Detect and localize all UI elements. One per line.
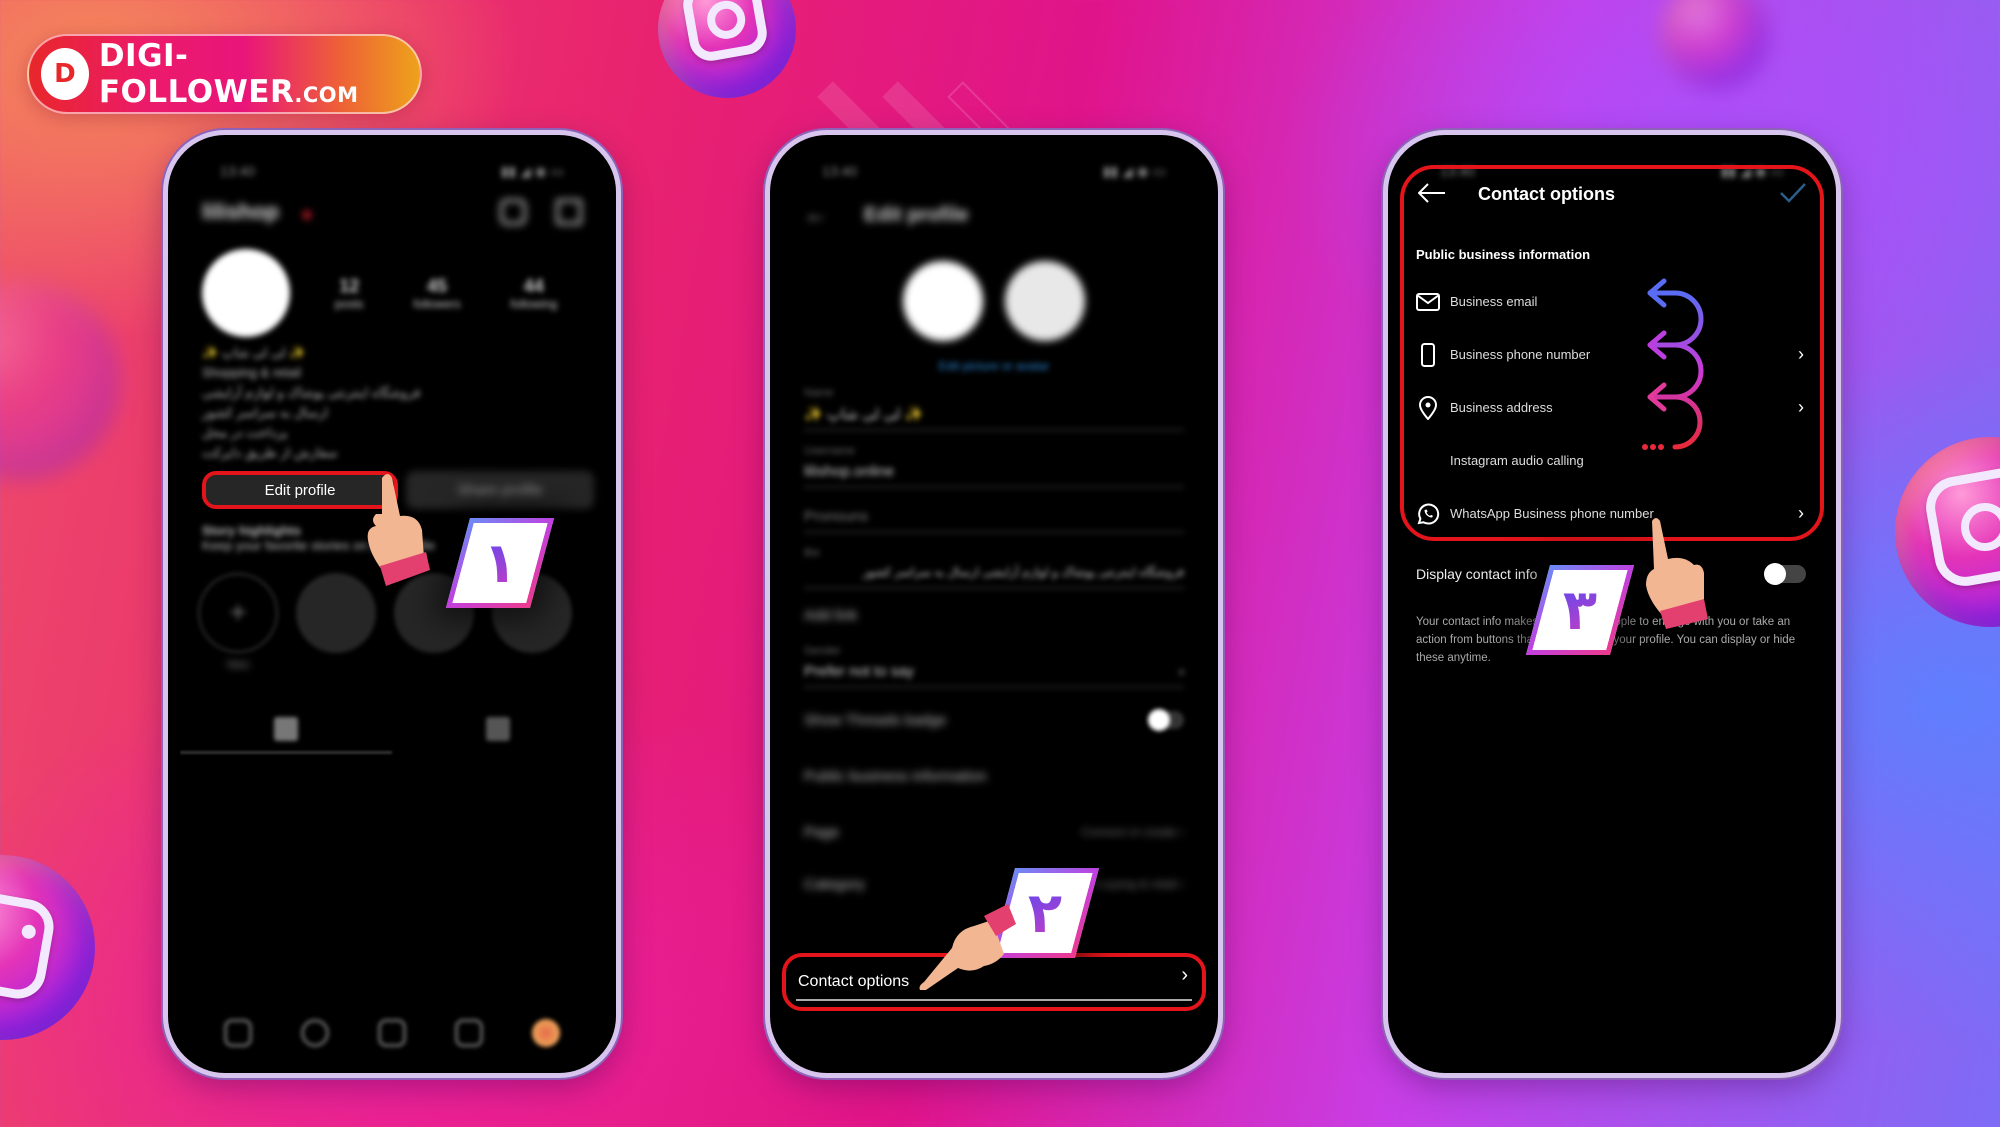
stat-following[interactable]: 44 following bbox=[510, 276, 557, 311]
business-phone-row[interactable]: Business phone number › bbox=[1416, 328, 1804, 381]
pointing-hand-icon bbox=[1646, 518, 1708, 629]
create-post-icon[interactable] bbox=[500, 199, 526, 225]
phone-profile-screen: 13:40 ▮▮ ◢ ◉ ▭ lilishop 12 posts 45 follow… bbox=[163, 130, 621, 1078]
status-icons: ▮▮ ◢ ◉ ▭ bbox=[500, 162, 564, 179]
contact-options-list: Business email Business phone number › B… bbox=[1416, 275, 1804, 540]
threads-badge-row: Show Threads badge bbox=[804, 694, 1184, 746]
threads-badge-toggle[interactable] bbox=[1148, 709, 1184, 731]
create-icon[interactable] bbox=[377, 1019, 406, 1047]
pronouns-field[interactable]: Pronouns bbox=[804, 488, 1184, 533]
grid-icon bbox=[274, 717, 298, 741]
add-link-row[interactable]: Add link bbox=[804, 589, 1184, 641]
profile-avatar[interactable] bbox=[531, 1019, 560, 1047]
divider bbox=[796, 999, 1192, 1001]
back-arrow-icon[interactable] bbox=[1417, 177, 1478, 211]
home-icon[interactable] bbox=[224, 1019, 253, 1047]
chevron-right-icon: › bbox=[1181, 963, 1188, 986]
share-profile-button[interactable]: Share profile bbox=[406, 471, 594, 509]
avatar[interactable] bbox=[202, 249, 290, 337]
profile-username[interactable]: lilishop bbox=[202, 199, 279, 224]
instagram-orb-icon bbox=[0, 280, 120, 480]
new-highlight-button[interactable]: + bbox=[198, 573, 278, 653]
search-icon[interactable] bbox=[301, 1019, 330, 1047]
status-icons: ▮▮ ◢ ◉ ▭ bbox=[1102, 162, 1166, 179]
page-title: Contact options bbox=[1478, 183, 1615, 204]
pointing-hand-icon bbox=[919, 904, 1016, 990]
chevron-right-icon: › bbox=[1798, 397, 1804, 417]
section-title: Public business information bbox=[1416, 247, 1591, 262]
username-field[interactable]: Username lilishop.online bbox=[804, 431, 1184, 488]
reels-icon[interactable] bbox=[454, 1019, 483, 1047]
tagged-icon bbox=[486, 717, 510, 741]
status-bar: 13:40 ▮▮ ◢ ◉ ▭ bbox=[822, 162, 1166, 180]
location-pin-icon bbox=[1416, 395, 1440, 420]
edit-picture-link[interactable]: Edit picture or avatar bbox=[782, 359, 1206, 373]
chevron-right-icon: › bbox=[1798, 503, 1804, 523]
profile-tabs bbox=[180, 707, 604, 751]
instagram-orb-icon bbox=[0, 855, 95, 1040]
profile-bio: ✨ لی لی شاپ ✨ Shopping & retail فروشگاه … bbox=[202, 345, 421, 460]
instagram-orb-icon bbox=[1660, 0, 1770, 90]
audio-calling-row[interactable]: Instagram audio calling bbox=[1416, 434, 1804, 487]
gender-field[interactable]: Gender Prefer not to say › bbox=[804, 641, 1184, 688]
brand-logo-icon: D bbox=[41, 48, 89, 100]
contact-options-header: Contact options bbox=[1388, 169, 1836, 219]
edit-profile-header: ← Edit profile bbox=[782, 187, 1206, 243]
notification-dot bbox=[303, 211, 312, 219]
mail-icon bbox=[1416, 290, 1440, 314]
whatsapp-row[interactable]: WhatsApp Business phone number › bbox=[1416, 487, 1804, 540]
instagram-orb-icon bbox=[1895, 437, 2000, 627]
tab-indicator bbox=[180, 751, 392, 754]
brand-logo-text: DIGI-FOLLOWER.COM bbox=[98, 38, 359, 110]
profile-header: lilishop bbox=[180, 187, 604, 237]
page-title: Edit profile bbox=[864, 203, 969, 226]
display-contact-toggle[interactable] bbox=[1764, 563, 1806, 585]
public-business-info-heading: Public business information bbox=[804, 767, 987, 785]
page-row[interactable]: Page Connect or create › bbox=[804, 806, 1184, 858]
avatar[interactable] bbox=[903, 261, 983, 341]
chevron-right-icon: › bbox=[1179, 663, 1184, 680]
business-address-row[interactable]: Business address › bbox=[1416, 381, 1804, 434]
checkmark-icon[interactable] bbox=[1780, 179, 1806, 210]
stat-followers[interactable]: 45 followers bbox=[413, 276, 460, 311]
menu-icon[interactable] bbox=[556, 199, 582, 225]
curved-arrows-decoration bbox=[1642, 278, 1704, 450]
plus-icon: + bbox=[229, 596, 247, 629]
tab-grid[interactable] bbox=[180, 707, 392, 751]
phone-icon bbox=[1416, 342, 1440, 367]
business-email-row[interactable]: Business email bbox=[1416, 275, 1804, 328]
stat-posts[interactable]: 12 posts bbox=[335, 276, 364, 311]
avatar-creator[interactable] bbox=[1005, 261, 1085, 341]
instagram-orb-icon bbox=[658, 0, 796, 98]
bio-field[interactable]: Bio فروشگاه اینترنتی پوشاک و لوازم آرایش… bbox=[804, 533, 1184, 589]
profile-summary: 12 posts 45 followers 44 following bbox=[180, 237, 604, 337]
tab-tagged[interactable] bbox=[392, 707, 604, 751]
chevron-right-icon: › bbox=[1798, 344, 1804, 364]
status-bar: 13:40 ▮▮ ◢ ◉ ▭ bbox=[220, 162, 564, 180]
pointing-hand-icon bbox=[367, 474, 430, 586]
name-field[interactable]: Name ✨ لی لی شاپ ✨ bbox=[804, 373, 1184, 431]
bottom-navigation bbox=[180, 1019, 604, 1047]
whatsapp-icon bbox=[1416, 502, 1440, 526]
brand-logo[interactable]: D DIGI-FOLLOWER.COM bbox=[27, 34, 422, 114]
back-arrow-icon[interactable]: ← bbox=[804, 201, 828, 229]
